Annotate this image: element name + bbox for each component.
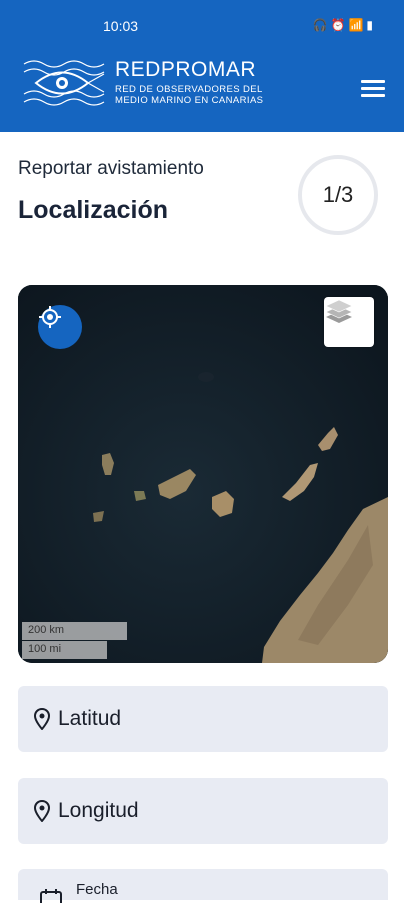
brand-subtitle-line2: MEDIO MARINO EN CANARIAS bbox=[115, 95, 264, 106]
map-pin-icon bbox=[34, 800, 50, 822]
scale-bar-mi: 100 mi bbox=[22, 641, 107, 659]
brand-name: REDPROMAR bbox=[115, 58, 257, 81]
brand-subtitle: RED DE OBSERVADORES DEL MEDIO MARINO EN … bbox=[115, 84, 295, 106]
map-pin-icon bbox=[34, 708, 50, 730]
latitude-label: Latitud bbox=[58, 707, 122, 730]
headphones-icon: 🎧 bbox=[312, 18, 331, 32]
menu-bar bbox=[361, 94, 385, 97]
brand-subtitle-line1: RED DE OBSERVADORES DEL bbox=[115, 84, 263, 95]
locate-me-button[interactable] bbox=[38, 305, 82, 349]
date-label: Fecha bbox=[76, 881, 118, 898]
wifi-icon: 📶 bbox=[348, 18, 367, 32]
longitude-label: Longitud bbox=[58, 799, 139, 822]
battery-icon: ▮ bbox=[366, 18, 376, 32]
page-title: Localización bbox=[18, 196, 169, 224]
status-icons: 🎧⏰📶▮ bbox=[313, 18, 376, 32]
crosshair-icon bbox=[39, 306, 61, 328]
scale-bar-km: 200 km bbox=[22, 622, 127, 640]
latitude-field[interactable]: Latitud bbox=[18, 686, 388, 752]
map-view[interactable]: 200 km 100 mi bbox=[18, 285, 388, 663]
menu-bar bbox=[361, 87, 385, 90]
layers-icon bbox=[325, 299, 353, 323]
redpromar-logo-icon bbox=[23, 60, 105, 106]
status-time: 10:03 bbox=[103, 18, 139, 34]
hamburger-menu-icon[interactable] bbox=[356, 74, 390, 104]
page-subtitle: Reportar avistamiento bbox=[18, 158, 204, 179]
app-header: 10:03 🎧⏰📶▮ REDPROMAR RED DE OBSERVADORES… bbox=[0, 0, 404, 132]
date-field[interactable]: Fecha bbox=[18, 869, 388, 903]
layers-button[interactable] bbox=[324, 297, 374, 347]
alarm-icon: ⏰ bbox=[330, 18, 349, 32]
longitude-field[interactable]: Longitud bbox=[18, 778, 388, 844]
menu-bar bbox=[361, 80, 385, 83]
calendar-icon bbox=[40, 889, 62, 903]
step-indicator: 1/3 bbox=[298, 155, 378, 235]
